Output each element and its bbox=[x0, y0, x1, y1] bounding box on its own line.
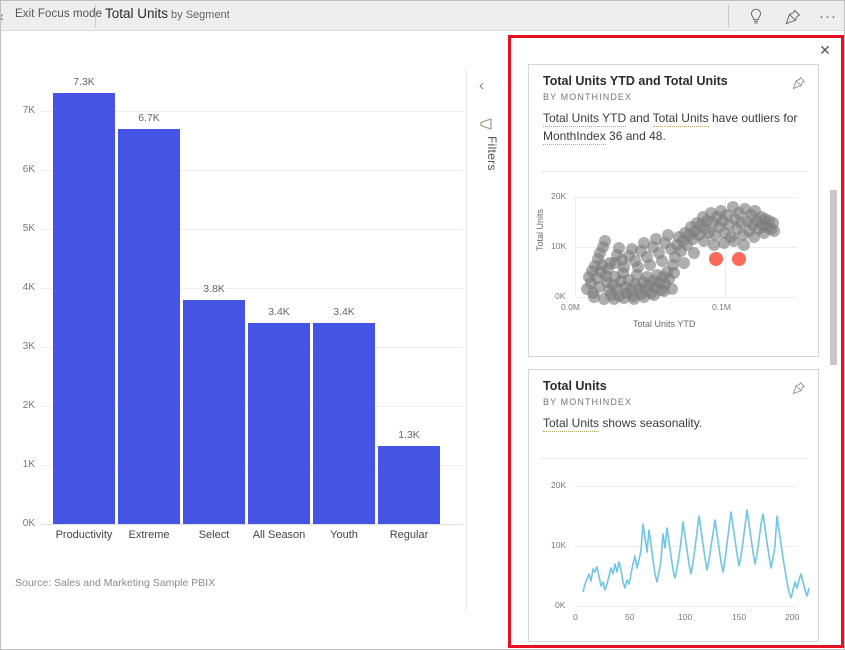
bar-label-youth: 3.4K bbox=[333, 306, 355, 318]
back-chevron-icon[interactable]: ‹ bbox=[1, 8, 4, 24]
bar-label-productivity: 7.3K bbox=[73, 76, 95, 88]
x-axis-line bbox=[41, 524, 463, 525]
line-chart: 20K 10K 0K 0 50 100 150 200 bbox=[529, 464, 818, 640]
insight-card-title-2: Total Units bbox=[543, 379, 607, 393]
bar-all-season[interactable] bbox=[248, 323, 310, 524]
insight-card-subtitle-2: BY MONTHINDEX bbox=[543, 397, 633, 407]
filters-pane-label: Filters bbox=[485, 136, 499, 171]
visual-title: Total Units by Segment bbox=[105, 6, 230, 21]
insights-lightbulb-icon[interactable] bbox=[745, 6, 767, 28]
field-ref-monthindex: MonthIndex bbox=[543, 129, 606, 145]
source-note: Source: Sales and Marketing Sample PBIX bbox=[15, 577, 216, 589]
visual-canvas: 0K 1K 2K 3K 4K 5K 6K 7K 7.3K Productivit… bbox=[1, 32, 507, 649]
visual-header-bar: ‹ Exit Focus mode Total Unitsby Segment … bbox=[1, 1, 844, 31]
ytick-7k: 7K bbox=[22, 105, 35, 116]
ytick-6k: 6K bbox=[22, 164, 35, 175]
bar-productivity[interactable] bbox=[53, 93, 115, 524]
bar-chart: 0K 1K 2K 3K 4K 5K 6K 7K 7.3K Productivit… bbox=[1, 32, 467, 592]
field-ref-total-units-2: Total Units bbox=[543, 416, 600, 432]
bar-regular[interactable] bbox=[378, 446, 440, 524]
ytick-1k: 1K bbox=[22, 459, 35, 470]
power-bi-focus-mode-window: ‹ Exit Focus mode Total Unitsby Segment … bbox=[0, 0, 845, 650]
insight-card-body-2: Total Units shows seasonality. bbox=[543, 414, 805, 432]
ytick-4k: 4K bbox=[22, 282, 35, 293]
scatter-points bbox=[581, 201, 780, 305]
filters-pane-collapsed[interactable]: ‹ Filters bbox=[467, 32, 507, 649]
bar-extreme[interactable] bbox=[118, 129, 180, 524]
insight-card-subtitle: BY MONTHINDEX bbox=[543, 92, 633, 102]
outlier-point-2 bbox=[732, 252, 746, 266]
bar-label-all-season: 3.4K bbox=[268, 306, 290, 318]
insight-card-seasonality[interactable]: Total Units BY MONTHINDEX Total Units sh… bbox=[528, 369, 819, 642]
line-series bbox=[582, 509, 810, 599]
ytick-0k: 0K bbox=[22, 518, 35, 529]
ytick-3k: 3K bbox=[22, 341, 35, 352]
xlabel-regular: Regular bbox=[389, 529, 429, 541]
insight-card-title: Total Units YTD and Total Units bbox=[543, 74, 728, 88]
insight-card-outliers[interactable]: Total Units YTD and Total Units BY MONTH… bbox=[528, 64, 819, 357]
pin-insight-icon-2[interactable] bbox=[790, 379, 808, 397]
pin-visual-icon[interactable] bbox=[782, 6, 804, 28]
scatter-chart: Total Units 20K 10K 0K 0.0M 0.1M Total U… bbox=[529, 177, 818, 355]
ytick-5k: 5K bbox=[22, 223, 35, 234]
outlier-point-1 bbox=[709, 252, 723, 266]
bar-youth[interactable] bbox=[313, 323, 375, 524]
field-ref-total-units: Total Units bbox=[652, 111, 709, 127]
header-divider bbox=[95, 5, 96, 27]
body-text-2: have outliers for bbox=[708, 111, 798, 125]
body-text-3: 36 and 48. bbox=[605, 129, 666, 143]
body-text-1: and bbox=[626, 111, 653, 125]
expand-filters-chevron-icon[interactable]: ‹ bbox=[479, 77, 484, 94]
field-ref-total-units-ytd: Total Units YTD bbox=[543, 111, 627, 127]
insight-card-divider bbox=[541, 171, 807, 172]
insights-panel: ✕ Total Units YTD and Total Units BY MON… bbox=[508, 35, 844, 648]
insight-card-divider-2 bbox=[541, 458, 807, 459]
filter-icon bbox=[477, 117, 495, 131]
body-text-4: shows seasonality. bbox=[599, 416, 703, 430]
bar-label-extreme: 6.7K bbox=[138, 112, 160, 124]
bar-select[interactable] bbox=[183, 300, 245, 524]
insights-scrollbar-thumb[interactable] bbox=[830, 190, 837, 365]
ytick-2k: 2K bbox=[22, 400, 35, 411]
more-options-icon[interactable]: ··· bbox=[817, 6, 839, 28]
visual-title-text: Total Units bbox=[105, 6, 169, 21]
bar-label-select: 3.8K bbox=[203, 283, 225, 295]
insights-scroll-area: Total Units YTD and Total Units BY MONTH… bbox=[511, 38, 841, 645]
pin-insight-icon[interactable] bbox=[790, 74, 808, 92]
bar-label-regular: 1.3K bbox=[398, 429, 420, 441]
header-divider-2 bbox=[728, 5, 729, 27]
exit-focus-mode-button[interactable]: Exit Focus mode bbox=[15, 8, 102, 20]
insight-card-body: Total Units YTD and Total Units have out… bbox=[543, 109, 805, 145]
visual-subtitle-text: by Segment bbox=[171, 9, 230, 21]
